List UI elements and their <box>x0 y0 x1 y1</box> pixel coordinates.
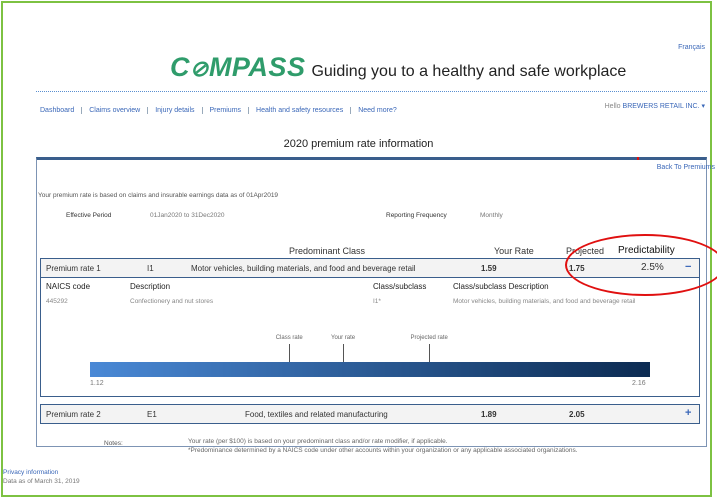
account-name[interactable]: BREWERS RETAIL INC. ▾ <box>623 103 705 110</box>
greeting: Hello <box>604 103 621 110</box>
nav-injury-details[interactable]: Injury details <box>148 107 203 114</box>
naics-code-value: 445292 <box>46 298 68 305</box>
rate-detail-panel <box>40 277 700 397</box>
scale-marker-label: Class rate <box>275 335 303 341</box>
notes-text: Your rate (per $100) is based on your pr… <box>188 438 578 456</box>
notes-label: Notes: <box>104 440 123 447</box>
header-predominant-class: Predominant Class <box>289 246 366 256</box>
projected-value: 2.05 <box>569 410 585 419</box>
notes-line-2: *Predominance determined by a NAICS code… <box>188 446 578 454</box>
account-menu[interactable]: Hello BREWERS RETAIL INC. ▾ <box>605 102 705 110</box>
nav-dashboard[interactable]: Dashboard <box>40 107 83 114</box>
tagline: Guiding you to a healthy and safe workpl… <box>311 63 627 80</box>
naics-description-header: Description <box>130 282 171 291</box>
header-divider <box>36 91 707 92</box>
basis-note: Your premium rate is based on claims and… <box>38 192 279 199</box>
language-link[interactable]: Français <box>678 44 705 51</box>
red-annotation-mark <box>637 157 639 160</box>
nav-health-safety-resources[interactable]: Health and safety resources <box>249 107 352 114</box>
premium-rate-row[interactable]: Premium rate 2 E1 Food, textiles and rel… <box>40 404 700 424</box>
class-subclass-description-header: Class/subclass Description <box>453 282 549 291</box>
reporting-frequency-label: Reporting Frequency <box>386 212 447 219</box>
your-rate-value: 1.89 <box>481 410 497 419</box>
rate-description: Motor vehicles, building materials, and … <box>191 264 416 273</box>
compass-logo: C⊘MPASS <box>170 52 306 82</box>
rate-scale-bar <box>90 362 650 377</box>
class-subclass-header: Class/subclass <box>373 282 427 291</box>
scale-min-label: 1.12 <box>90 380 104 387</box>
naics-description-value: Confectionery and nut stores <box>130 298 214 305</box>
class-subclass-value: I1* <box>373 298 381 305</box>
nav-need-more[interactable]: Need more? <box>351 107 404 114</box>
notes-line-1: Your rate (per $100) is based on your pr… <box>188 438 448 445</box>
effective-period-value: 01Jan2020 to 31Dec2020 <box>150 212 225 219</box>
scale-marker-label: Projected rate <box>410 335 448 341</box>
rate-code: I1 <box>147 264 154 273</box>
naics-code-header: NAICS code <box>46 282 91 291</box>
reporting-frequency-value: Monthly <box>480 212 503 219</box>
rate-label: Premium rate 2 <box>46 410 101 419</box>
nav-claims-overview[interactable]: Claims overview <box>82 107 149 114</box>
header-brand: C⊘MPASS Guiding you to a healthy and safe… <box>170 52 626 83</box>
rate-description: Food, textiles and related manufacturing <box>245 410 388 419</box>
red-annotation-circle <box>565 234 717 296</box>
main-nav: Dashboard Claims overview Injury details… <box>40 107 404 114</box>
effective-period-label: Effective Period <box>66 212 112 219</box>
data-as-of: Data as of March 31, 2019 <box>3 478 80 485</box>
nav-premiums[interactable]: Premiums <box>203 107 250 114</box>
scale-marker-label: Your rate <box>330 335 356 341</box>
back-to-premiums-link[interactable]: Back To Premiums <box>657 164 715 171</box>
page-title: 2020 premium rate information <box>283 138 434 150</box>
your-rate-value: 1.59 <box>481 264 497 273</box>
expand-toggle[interactable]: + <box>685 407 691 419</box>
rate-code: E1 <box>147 410 157 419</box>
scale-max-label: 2.16 <box>632 380 646 387</box>
rate-label: Premium rate 1 <box>46 264 101 273</box>
class-subclass-description-value: Motor vehicles, building materials, and … <box>453 298 636 305</box>
privacy-link[interactable]: Privacy information <box>3 469 58 476</box>
header-your-rate: Your Rate <box>494 246 534 256</box>
